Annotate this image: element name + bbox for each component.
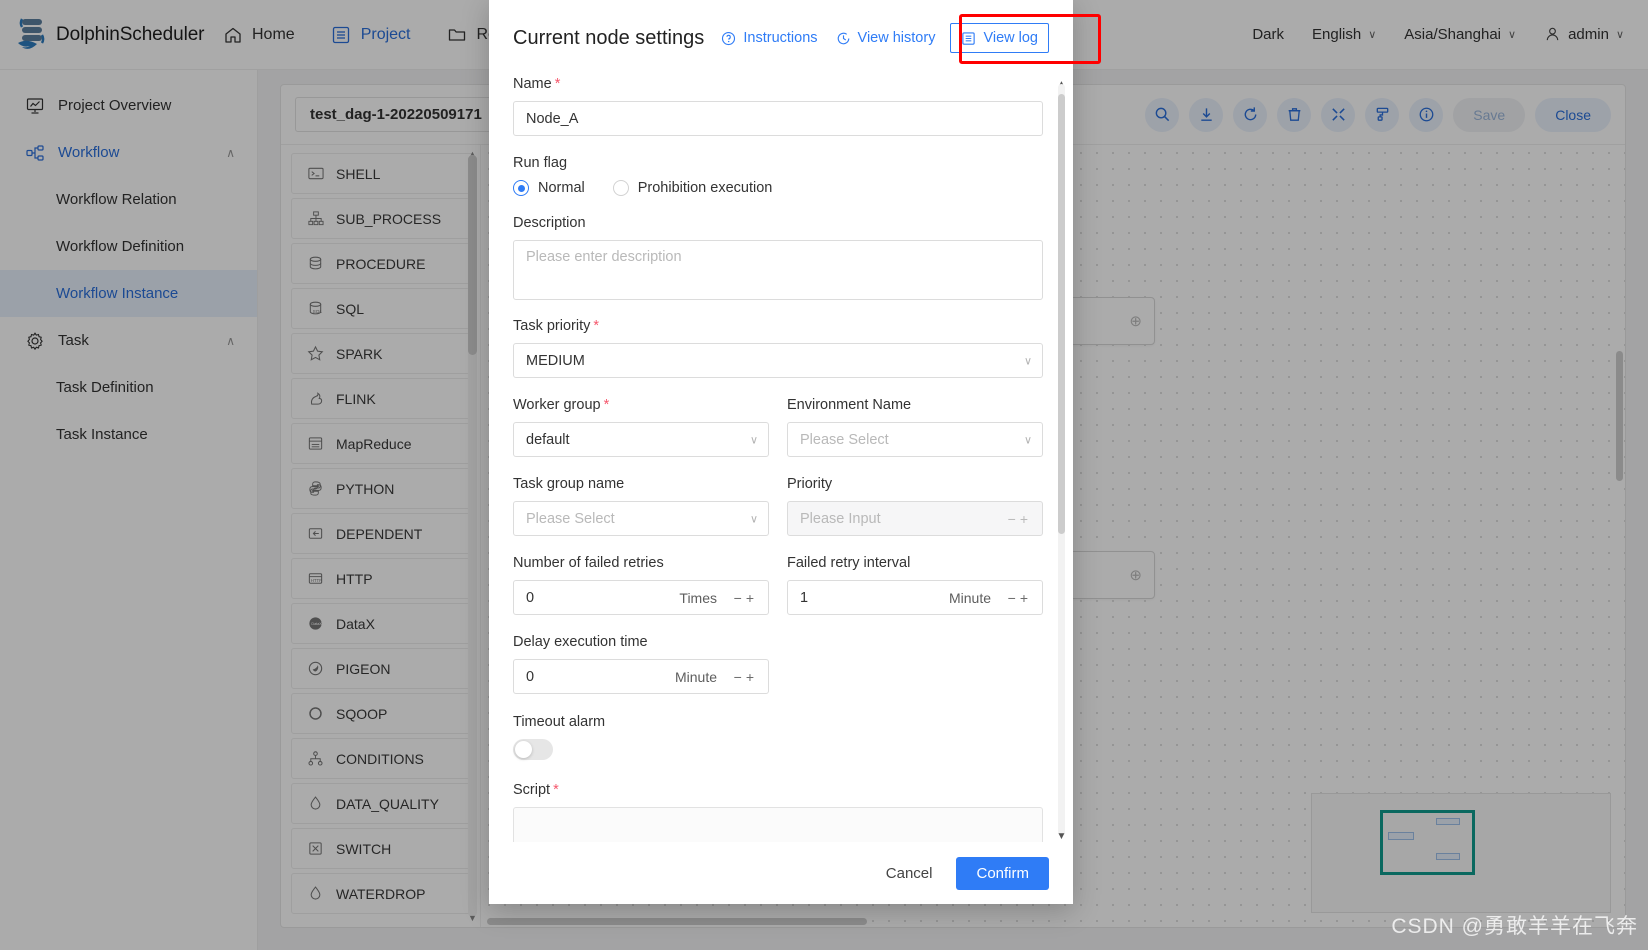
row-worker-env: Worker group * default ∨ Environment Name… xyxy=(513,397,1043,457)
task-group-name-label: Task group name xyxy=(513,476,625,492)
field-description: Description Please enter description xyxy=(513,215,1043,300)
view-history-label: View history xyxy=(857,30,936,46)
row-taskgroup-priority: Task group name Please Select ∨ Priority… xyxy=(513,476,1043,536)
task-priority-value: MEDIUM xyxy=(513,343,1043,378)
modal-scrollbar[interactable] xyxy=(1058,84,1065,836)
timeout-alarm-label: Timeout alarm xyxy=(513,714,606,730)
description-textarea[interactable]: Please enter description xyxy=(513,240,1043,300)
failed-retries-unit: Times xyxy=(679,589,717,606)
field-script: Script * xyxy=(513,782,1043,842)
name-label: Name * xyxy=(513,76,561,92)
script-label: Script * xyxy=(513,782,559,798)
modal-header-links: Instructions View history View log xyxy=(712,23,1049,53)
radio-prohibition-label: Prohibition execution xyxy=(637,180,773,196)
node-settings-modal: Current node settings Instructions View … xyxy=(489,0,1101,904)
environment-name-select[interactable]: Please Select ∨ xyxy=(787,422,1043,457)
task-priority-select[interactable]: MEDIUM ∨ xyxy=(513,343,1043,378)
chevron-down-icon: ∨ xyxy=(749,513,758,525)
delay-execution-stepper[interactable]: 0 Minute −+ xyxy=(513,659,769,694)
question-circle-icon xyxy=(721,31,736,46)
failed-retries-stepper[interactable]: 0 Times −+ xyxy=(513,580,769,615)
chevron-down-icon: ∨ xyxy=(1023,355,1032,367)
field-name: Name * Node_A xyxy=(513,76,1043,136)
name-input[interactable]: Node_A xyxy=(513,101,1043,136)
worker-group-label: Worker group * xyxy=(513,397,610,413)
field-timeout-alarm: Timeout alarm xyxy=(513,714,1043,760)
worker-group-select[interactable]: default ∨ xyxy=(513,422,769,457)
row-retries: Number of failed retries 0 Times −+ Fail… xyxy=(513,555,1043,615)
failed-retries-value[interactable]: 0 xyxy=(513,580,769,615)
field-worker-group: Worker group * default ∨ xyxy=(513,397,769,457)
radio-dot-selected-icon xyxy=(513,180,529,196)
radio-normal[interactable]: Normal xyxy=(513,180,585,196)
priority-value: Please Input xyxy=(787,501,1043,536)
chevron-down-icon: ∨ xyxy=(749,434,758,446)
field-task-priority: Task priority * MEDIUM ∨ xyxy=(513,318,1043,378)
environment-name-label: Environment Name xyxy=(787,397,912,413)
chevron-down-icon: ∨ xyxy=(1023,434,1032,446)
required-marker: * xyxy=(593,318,600,334)
delay-execution-value[interactable]: 0 xyxy=(513,659,769,694)
stepper-controls-icon[interactable]: −+ xyxy=(1008,511,1032,527)
run-flag-label: Run flag xyxy=(513,155,568,171)
modal-scrollbar-thumb[interactable] xyxy=(1058,94,1065,534)
radio-normal-label: Normal xyxy=(538,180,585,196)
toggle-knob xyxy=(515,741,532,758)
task-priority-label: Task priority * xyxy=(513,318,600,334)
failed-retry-interval-value[interactable]: 1 xyxy=(787,580,1043,615)
modal-footer: Cancel Confirm xyxy=(489,842,1073,904)
worker-group-value: default xyxy=(513,422,769,457)
clock-icon xyxy=(836,31,851,46)
run-flag-radio-group: Normal Prohibition execution xyxy=(513,180,1043,196)
field-failed-retry-interval: Failed retry interval 1 Minute −+ xyxy=(787,555,1043,615)
cancel-button[interactable]: Cancel xyxy=(874,858,945,889)
failed-retries-label: Number of failed retries xyxy=(513,555,664,571)
row-delay: Delay execution time 0 Minute −+ xyxy=(513,634,1043,694)
task-group-name-select[interactable]: Please Select ∨ xyxy=(513,501,769,536)
script-editor[interactable] xyxy=(513,807,1043,842)
radio-prohibition-execution[interactable]: Prohibition execution xyxy=(612,180,773,196)
stepper-controls-icon[interactable]: −+ xyxy=(734,669,758,685)
radio-dot-icon xyxy=(612,180,629,196)
required-marker: * xyxy=(553,782,559,798)
view-history-link[interactable]: View history xyxy=(827,24,945,52)
priority-label: Priority xyxy=(787,476,833,492)
modal-scroll-down-icon[interactable]: ▼ xyxy=(1056,830,1067,842)
view-log-label: View log xyxy=(983,30,1038,46)
field-delay-execution-time: Delay execution time 0 Minute −+ xyxy=(513,634,769,694)
required-marker: * xyxy=(554,76,561,92)
view-log-link[interactable]: View log xyxy=(950,23,1049,53)
field-priority: Priority Please Input −+ xyxy=(787,476,1043,536)
required-marker: * xyxy=(603,397,610,413)
modal-body: Name * Node_A Run flag Normal Prohibition… xyxy=(489,76,1073,842)
instructions-link[interactable]: Instructions xyxy=(712,24,826,52)
description-label: Description xyxy=(513,215,586,231)
stepper-controls-icon[interactable]: −+ xyxy=(1008,590,1032,606)
priority-stepper[interactable]: Please Input −+ xyxy=(787,501,1043,536)
field-task-group-name: Task group name Please Select ∨ xyxy=(513,476,769,536)
instructions-label: Instructions xyxy=(743,30,818,46)
field-environment-name: Environment Name Please Select ∨ xyxy=(787,397,1043,457)
timeout-alarm-toggle[interactable] xyxy=(513,739,553,760)
task-group-name-value: Please Select xyxy=(513,501,769,536)
field-run-flag: Run flag Normal Prohibition execution xyxy=(513,155,1043,196)
failed-retry-interval-unit: Minute xyxy=(948,589,991,606)
stepper-controls-icon[interactable]: −+ xyxy=(734,590,758,606)
delay-execution-unit: Minute xyxy=(674,668,717,685)
field-failed-retries: Number of failed retries 0 Times −+ xyxy=(513,555,769,615)
environment-name-value: Please Select xyxy=(787,422,1043,457)
delay-execution-label: Delay execution time xyxy=(513,634,648,650)
modal-title: Current node settings xyxy=(513,26,705,49)
confirm-button[interactable]: Confirm xyxy=(956,857,1049,890)
modal-header: Current node settings Instructions View … xyxy=(489,0,1101,76)
log-icon xyxy=(961,31,976,46)
failed-retry-interval-stepper[interactable]: 1 Minute −+ xyxy=(787,580,1043,615)
failed-retry-interval-label: Failed retry interval xyxy=(787,555,911,571)
